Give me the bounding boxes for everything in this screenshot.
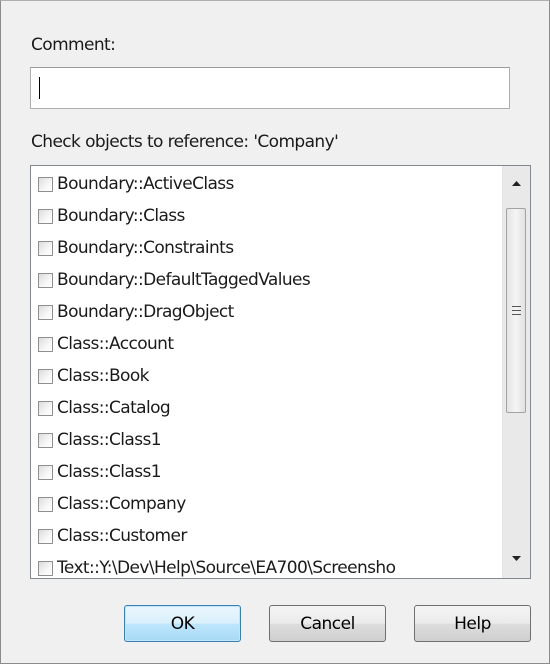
item-checkbox[interactable] xyxy=(38,496,53,512)
list-item[interactable]: Class::Company xyxy=(31,488,503,520)
item-checkbox[interactable] xyxy=(38,336,53,352)
list-item[interactable]: Boundary::ActiveClass xyxy=(31,168,503,200)
ok-button[interactable]: OK xyxy=(124,605,241,642)
list-item[interactable]: Boundary::Constraints xyxy=(31,232,503,264)
item-checkbox[interactable] xyxy=(38,304,53,320)
list-item[interactable]: Class::Class1 xyxy=(31,424,503,456)
item-checkbox[interactable] xyxy=(38,208,53,224)
scroll-up-arrow-icon[interactable] xyxy=(503,170,530,197)
item-checkbox[interactable] xyxy=(38,528,53,544)
references-label: Check objects to reference: 'Company' xyxy=(31,132,339,152)
item-checkbox[interactable] xyxy=(38,464,53,480)
comment-label: Comment: xyxy=(31,35,116,55)
list-item[interactable]: Boundary::DefaultTaggedValues xyxy=(31,264,503,296)
list-item[interactable]: Class::Customer xyxy=(31,520,503,552)
grip-icon xyxy=(511,306,521,315)
item-label: Class::Customer xyxy=(57,526,187,546)
list-item[interactable]: Text::Y:\Dev\Help\Source\EA700\Screensho xyxy=(31,552,503,578)
item-label: Class::Company xyxy=(57,494,186,514)
list-item[interactable]: Boundary::DragObject xyxy=(31,296,503,328)
item-checkbox[interactable] xyxy=(38,240,53,256)
item-checkbox[interactable] xyxy=(38,176,53,192)
item-label: Class::Account xyxy=(57,334,174,354)
list-item[interactable]: Boundary::Class xyxy=(31,200,503,232)
item-label: Boundary::DragObject xyxy=(57,302,234,322)
item-label: Class::Class1 xyxy=(57,462,162,482)
item-label: Boundary::ActiveClass xyxy=(57,174,234,194)
item-checkbox[interactable] xyxy=(38,560,53,576)
list-item[interactable]: Class::Catalog xyxy=(31,392,503,424)
dialog: Comment: Check objects to reference: 'Co… xyxy=(0,0,550,664)
scroll-down-arrow-icon[interactable] xyxy=(503,545,530,572)
item-checkbox[interactable] xyxy=(38,400,53,416)
item-checkbox[interactable] xyxy=(38,368,53,384)
comment-input[interactable] xyxy=(30,67,510,109)
item-label: Class::Book xyxy=(57,366,149,386)
item-label: Class::Catalog xyxy=(57,398,171,418)
list-item[interactable]: Class::Account xyxy=(31,328,503,360)
scroll-thumb[interactable] xyxy=(506,208,526,413)
list-item[interactable]: Class::Class1 xyxy=(31,456,503,488)
cancel-button[interactable]: Cancel xyxy=(269,605,386,642)
references-list: Boundary::ActiveClass Boundary::Class Bo… xyxy=(31,168,503,578)
references-listbox[interactable]: Boundary::ActiveClass Boundary::Class Bo… xyxy=(30,165,531,579)
list-item[interactable]: Class::Book xyxy=(31,360,503,392)
item-label: Class::Class1 xyxy=(57,430,162,450)
item-checkbox[interactable] xyxy=(38,272,53,288)
item-label: Boundary::Class xyxy=(57,206,185,226)
text-caret xyxy=(39,77,40,99)
item-label: Boundary::Constraints xyxy=(57,238,234,258)
item-label: Boundary::DefaultTaggedValues xyxy=(57,270,311,290)
item-label: Text::Y:\Dev\Help\Source\EA700\Screensho xyxy=(57,558,396,578)
vertical-scrollbar[interactable] xyxy=(502,166,530,578)
item-checkbox[interactable] xyxy=(38,432,53,448)
help-button[interactable]: Help xyxy=(414,605,531,642)
